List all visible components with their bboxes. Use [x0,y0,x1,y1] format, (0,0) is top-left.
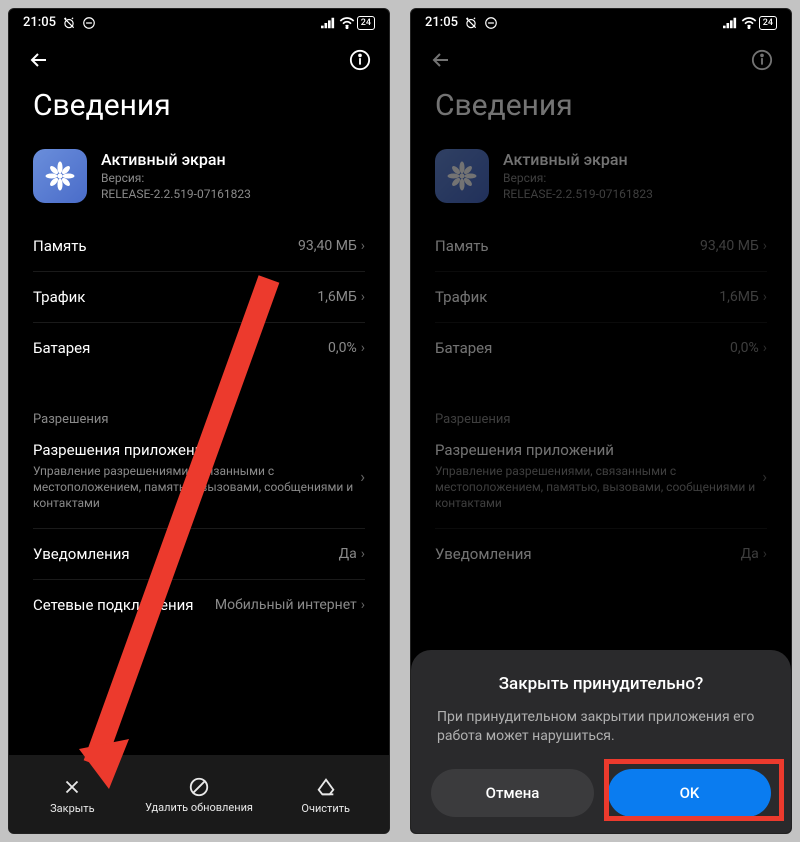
back-icon[interactable] [27,48,51,72]
dnd-icon [82,16,96,30]
battery-icon: 24 [759,16,777,30]
clear-button[interactable]: Очистить [262,776,389,815]
wifi-icon [339,17,355,29]
chevron-right-icon: › [361,340,365,356]
app-name: Активный экран [101,150,251,169]
status-bar: 21:05 24 [9,9,389,32]
signal-icon [321,17,335,29]
chevron-right-icon: › [361,597,365,613]
app-icon [33,149,87,203]
row-notifications[interactable]: Уведомления Да› [9,529,389,579]
chevron-right-icon: › [763,289,767,305]
row-notifications[interactable]: Уведомления Да› [411,529,791,579]
uninstall-button[interactable]: Удалить обновления [136,776,263,814]
chevron-right-icon: › [360,467,365,486]
battery-label: Батарея [33,339,90,357]
status-time: 21:05 [23,15,56,30]
phone-right: 21:05 24 Сведения Активный экран [410,8,792,834]
chevron-right-icon: › [361,238,365,254]
chevron-right-icon: › [361,546,365,562]
status-bar: 21:05 24 [411,9,791,32]
battery-icon: 24 [357,16,375,30]
row-app-permissions[interactable]: Разрешения приложений Управление разреше… [411,433,791,528]
alarm-off-icon [62,16,76,30]
cancel-button[interactable]: Отмена [431,769,594,817]
ok-button[interactable]: OK [608,769,771,817]
chevron-right-icon: › [762,467,767,486]
network-label: Сетевые подключения [33,596,194,614]
chevron-right-icon: › [763,546,767,562]
row-network[interactable]: Сетевые подключения Мобильный интернет› [9,580,389,630]
row-memory[interactable]: Память 93,40 МБ› [9,221,389,271]
back-icon[interactable] [429,48,453,72]
chevron-right-icon: › [361,289,365,305]
status-time: 21:05 [425,15,458,30]
chevron-right-icon: › [763,340,767,356]
row-battery[interactable]: Батарея 0,0%› [9,323,389,373]
app-header: Активный экран Версия: RELEASE-2.2.519-07… [9,141,389,221]
app-permissions-desc: Управление разрешениями, связанными с ме… [33,463,360,512]
app-header: Активный экран Версия:RELEASE-2.2.519-07… [411,141,791,221]
page-title: Сведения [9,82,389,141]
app-icon [435,149,489,203]
row-traffic[interactable]: Трафик 1,6МБ› [411,272,791,322]
ban-icon [188,776,210,798]
dnd-icon [484,16,498,30]
info-icon[interactable] [349,49,371,71]
info-icon[interactable] [751,49,773,71]
row-memory[interactable]: Память 93,40 МБ› [411,221,791,271]
app-name: Активный экран [503,150,653,169]
memory-label: Память [33,237,87,255]
app-version: RELEASE-2.2.519-07161823 [101,187,251,201]
row-traffic[interactable]: Трафик 1,6МБ› [9,272,389,322]
alarm-off-icon [464,16,478,30]
permissions-header: Разрешения [9,394,389,433]
signal-icon [723,17,737,29]
bottom-bar: Закрыть Удалить обновления Очистить [9,755,389,833]
divider [9,383,389,384]
row-battery[interactable]: Батарея 0,0%› [411,323,791,373]
version-label: Версия: [101,171,144,185]
row-app-permissions[interactable]: Разрешения приложений Управление разреше… [9,433,389,528]
wifi-icon [741,17,757,29]
close-icon [61,776,83,798]
close-button[interactable]: Закрыть [9,776,136,815]
page-title: Сведения [411,82,791,141]
clear-icon [315,776,337,798]
notifications-label: Уведомления [33,545,130,563]
phone-left: 21:05 24 Сведения Активный экран Вер [8,8,390,834]
chevron-right-icon: › [763,238,767,254]
force-stop-dialog: Закрыть принудительно? При принудительно… [411,650,791,833]
dialog-title: Закрыть принудительно? [431,674,771,694]
app-permissions-title: Разрешения приложений [33,441,360,459]
dialog-body: При принудительном закрытии приложения е… [431,708,771,747]
traffic-label: Трафик [33,288,85,306]
